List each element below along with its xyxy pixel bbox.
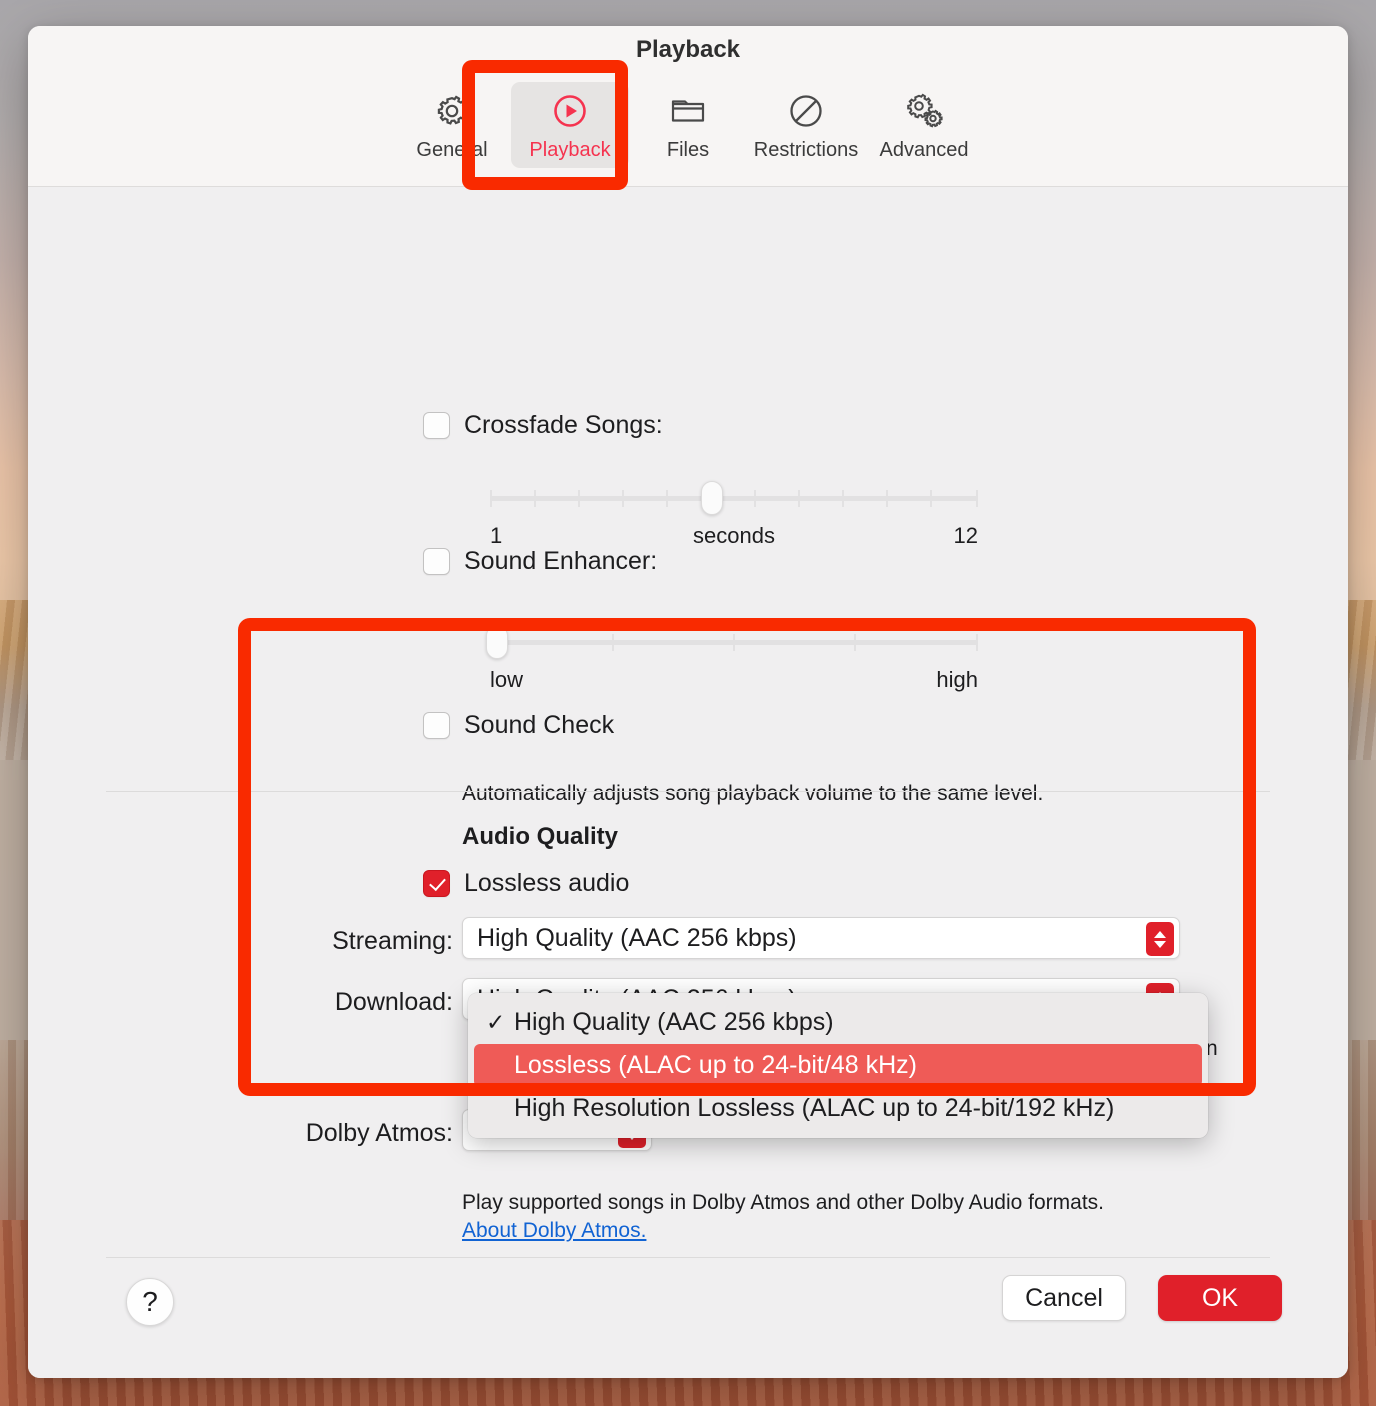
crossfade-slider[interactable] [490,481,978,515]
slider-tick [854,634,856,651]
audio-streaming-value: High Quality (AAC 256 kbps) [477,923,797,952]
sound-enhancer-checkbox[interactable] [423,548,450,575]
slider-tick [886,490,888,507]
slider-tick [666,490,668,507]
sound-check-description: Automatically adjusts song playback volu… [462,782,1044,805]
slider-unit-label: seconds [693,523,775,548]
no-entry-icon [786,90,826,132]
tab-label: Advanced [879,139,969,161]
crossfade-songs-label: Crossfade Songs: [464,411,663,439]
folder-icon [668,90,708,132]
sound-enhancer-row[interactable]: Sound Enhancer: [423,547,657,576]
dolby-atmos-label: Dolby Atmos: [305,1119,453,1147]
preferences-dialog: Playback General Playback Files Restrict… [28,26,1348,1378]
sound-enhancer-label: Sound Enhancer: [464,547,658,575]
dropdown-option[interactable]: Lossless (ALAC up to 24-bit/48 kHz) [474,1044,1202,1087]
slider-tick [754,490,756,507]
sound-check-label: Sound Check [464,711,615,739]
slider-tick [534,490,536,507]
tab-advanced[interactable]: Advanced [865,82,983,168]
slider-tick [976,490,978,507]
slider-min-label: low [490,667,524,692]
slider-tick [622,490,624,507]
tab-playback[interactable]: Playback [511,82,629,168]
sound-enhancer-slider-knob[interactable] [486,625,508,659]
sound-check-row[interactable]: Sound Check [423,711,614,740]
tab-label: General [416,139,488,161]
cancel-button[interactable]: Cancel [1002,1275,1126,1321]
gear-icon [432,90,472,132]
slider-tick [798,490,800,507]
tab-files[interactable]: Files [629,82,747,168]
slider-track [490,496,978,501]
about-dolby-atmos-link[interactable]: About Dolby Atmos. [462,1219,646,1243]
slider-min-label: 1 [490,523,503,548]
tab-label: Playback [529,139,611,161]
dropdown-option-label: Lossless (ALAC up to 24-bit/48 kHz) [514,1051,917,1079]
audio-streaming-select[interactable]: High Quality (AAC 256 kbps) [462,917,1180,959]
tab-general[interactable]: General [393,82,511,168]
slider-max-label: high [936,667,978,692]
chevron-updown-icon[interactable] [1146,922,1174,956]
audio-download-label: Download: [334,988,453,1016]
dolby-atmos-description: Play supported songs in Dolby Atmos and … [462,1191,1105,1214]
slider-tick [733,634,735,651]
sound-enhancer-slider[interactable] [486,625,978,659]
dropdown-option-label: High Resolution Lossless (ALAC up to 24-… [514,1094,1115,1122]
dropdown-option[interactable]: ✓ High Quality (AAC 256 kbps) [474,1001,1202,1044]
slider-tick [976,634,978,651]
slider-tick [578,490,580,507]
dropdown-option[interactable]: High Resolution Lossless (ALAC up to 24-… [474,1087,1202,1130]
crossfade-songs-row[interactable]: Crossfade Songs: [423,411,663,440]
audio-quality-title: Audio Quality [462,823,618,850]
tab-restrictions[interactable]: Restrictions [747,82,865,168]
crossfade-slider-knob[interactable] [701,481,723,515]
tab-label: Restrictions [753,139,859,161]
preferences-toolbar: Playback General Playback Files Restrict… [28,26,1348,187]
dropdown-option-label: High Quality (AAC 256 kbps) [514,1008,834,1036]
dialog-footer: ? Cancel OK [28,1258,1348,1378]
preferences-content: Crossfade Songs: 1 seconds 12 Sound Enha… [28,187,1348,1258]
slider-max-label: 12 [953,523,978,548]
crossfade-slider-captions: 1 seconds 12 [490,523,978,549]
play-circle-icon [550,90,590,132]
lossless-audio-row[interactable]: Lossless audio [423,869,629,898]
sound-check-checkbox[interactable] [423,712,450,739]
crossfade-songs-checkbox[interactable] [423,412,450,439]
checkmark-icon: ✓ [486,1009,506,1035]
page-title: Playback [635,36,741,63]
slider-tick [930,490,932,507]
audio-streaming-label: Streaming: [332,927,453,955]
tab-label: Files [666,139,710,161]
audio-download-dropdown-menu[interactable]: ✓ High Quality (AAC 256 kbps) Lossless (… [468,993,1208,1138]
slider-tick [490,490,492,507]
help-button[interactable]: ? [126,1278,174,1326]
tab-bar: General Playback Files Restrictions Adva… [393,82,983,168]
double-gear-icon [903,90,945,132]
lossless-audio-checkbox[interactable] [423,870,450,897]
ok-button[interactable]: OK [1158,1275,1282,1321]
lossless-audio-label: Lossless audio [464,869,630,897]
section-divider [106,791,1270,792]
slider-tick [842,490,844,507]
sound-enhancer-slider-captions: low high [490,667,978,693]
slider-tick [612,634,614,651]
